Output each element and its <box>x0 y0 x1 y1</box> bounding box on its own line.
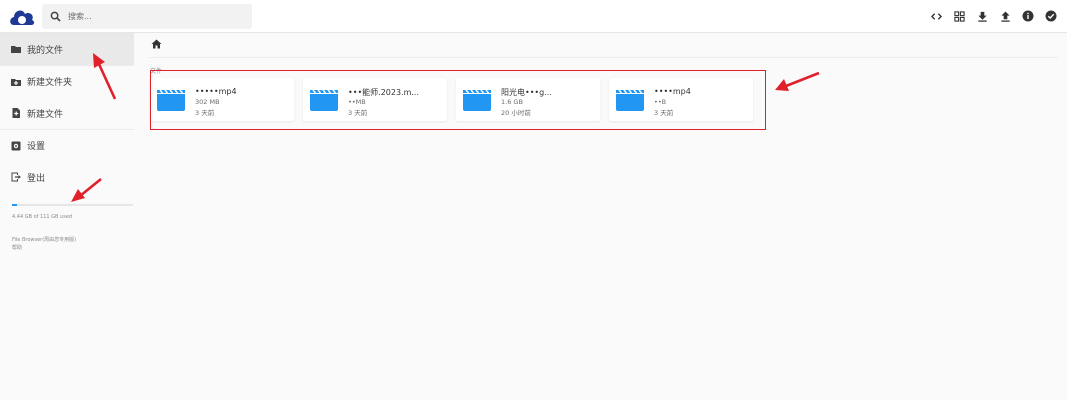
settings-icon <box>11 141 21 150</box>
search-input[interactable]: 搜索... <box>68 11 92 22</box>
sidebar-item-logout[interactable]: 登出 <box>0 161 134 193</box>
logout-icon <box>11 172 21 182</box>
grid-view-icon[interactable] <box>951 8 967 24</box>
home-icon[interactable] <box>151 39 162 49</box>
check-circle-icon[interactable] <box>1043 8 1059 24</box>
new-file-icon <box>12 108 20 118</box>
sidebar-item-label: 设置 <box>27 142 46 152</box>
download-icon[interactable] <box>974 8 990 24</box>
sidebar-item-label: 我的文件 <box>27 45 64 56</box>
storage-usage-bar <box>12 204 133 206</box>
breadcrumb-divider <box>148 57 1058 58</box>
search-icon <box>50 11 61 22</box>
info-icon[interactable] <box>1020 8 1036 24</box>
code-icon[interactable] <box>928 8 944 24</box>
sidebar-item-label: 新建文件夹 <box>27 78 73 88</box>
annotation-arrow-icon <box>93 53 117 100</box>
storage-usage-fill <box>12 204 17 206</box>
annotation-arrow-icon <box>71 177 102 202</box>
annotation-arrow-icon <box>775 71 820 91</box>
sidebar-item-label: 登出 <box>27 173 46 184</box>
sidebar-item-settings[interactable]: 设置 <box>0 129 134 161</box>
sidebar-item-label: 新建文件 <box>27 109 64 120</box>
top-bar: 搜索... <box>0 0 1067 33</box>
app-logo[interactable] <box>8 5 36 27</box>
app-version-link[interactable]: File Browser(周由您专用版) <box>12 236 76 243</box>
search-box[interactable]: 搜索... <box>42 4 252 29</box>
upload-icon[interactable] <box>997 8 1013 24</box>
header-actions <box>928 8 1059 24</box>
new-folder-icon <box>11 78 21 86</box>
annotation-highlight-box <box>150 70 766 130</box>
storage-usage-text: 4.44 GB of 111 GB used <box>12 214 73 220</box>
help-link[interactable]: 帮助 <box>12 244 22 251</box>
folder-icon <box>11 46 21 53</box>
